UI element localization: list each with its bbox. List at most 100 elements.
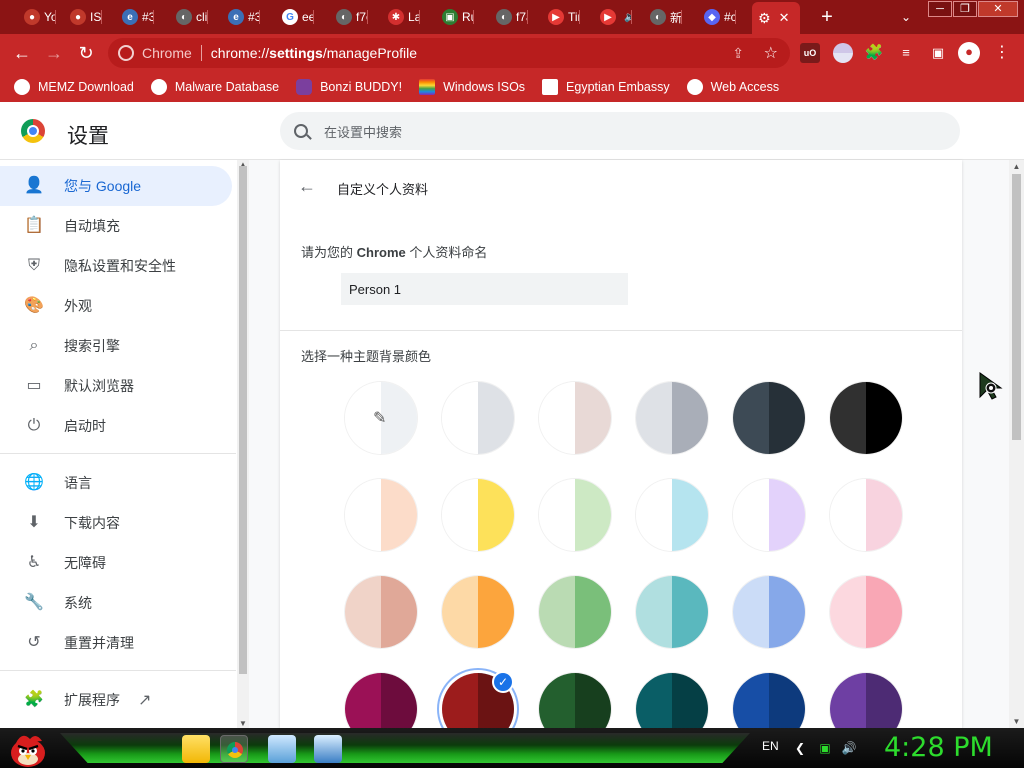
- tray-volume-icon[interactable]: 🔊: [841, 740, 857, 756]
- settings-search-input[interactable]: 在设置中搜索: [280, 112, 960, 150]
- tab-10[interactable]: ◐f7a: [490, 4, 528, 30]
- tab-14[interactable]: ◆ #c: [698, 4, 736, 30]
- theme-color-swatch[interactable]: [345, 479, 417, 551]
- theme-color-swatch[interactable]: [345, 576, 417, 648]
- tab-9[interactable]: ▣Ru: [436, 4, 474, 30]
- nav-on-startup[interactable]: ⏻ 启动时: [0, 406, 232, 446]
- close-window-button[interactable]: ✕: [978, 1, 1018, 17]
- reload-icon[interactable]: ↻: [75, 42, 97, 64]
- new-tab-button[interactable]: +: [816, 6, 838, 28]
- tab-5[interactable]: e #3: [222, 4, 260, 30]
- page-scroll-thumb[interactable]: [1012, 174, 1021, 440]
- download-icon: ⬇: [27, 514, 41, 531]
- ublock-icon[interactable]: uO: [800, 43, 820, 63]
- theme-color-swatch[interactable]: [442, 382, 514, 454]
- theme-color-swatch[interactable]: [733, 479, 805, 551]
- nav-you-and-google[interactable]: 👤 您与 Google: [0, 166, 232, 206]
- nav-languages[interactable]: 🌐 语言: [0, 463, 232, 503]
- theme-color-swatch[interactable]: [442, 576, 514, 648]
- bookmark-item[interactable]: MEMZ Download: [14, 79, 134, 95]
- page-scroll-up-icon[interactable]: ▲: [1009, 162, 1024, 171]
- theme-color-swatch[interactable]: [442, 479, 514, 551]
- nav-autofill[interactable]: 📋 自动填充: [0, 206, 232, 246]
- tray-arrow-icon[interactable]: ❮: [792, 740, 808, 756]
- section-divider: [280, 330, 962, 331]
- extensions-icon[interactable]: 🧩: [864, 43, 884, 63]
- tab-13[interactable]: ◐ 新: [644, 4, 682, 30]
- bookmark-star-icon[interactable]: ☆: [764, 43, 778, 63]
- sidebar-scrollbar[interactable]: ▲ ▼: [237, 160, 249, 728]
- theme-color-swatch[interactable]: [539, 382, 611, 454]
- tab-6[interactable]: Gee: [276, 4, 314, 30]
- account-icon[interactable]: ●: [958, 42, 980, 64]
- address-bar[interactable]: Chrome chrome://settings/manageProfile ⇪…: [108, 38, 790, 68]
- theme-color-swatch[interactable]: [539, 576, 611, 648]
- side-panel-icon[interactable]: ▣: [928, 43, 948, 63]
- profile-avatar-icon[interactable]: [833, 43, 853, 63]
- language-indicator[interactable]: EN: [762, 739, 779, 753]
- bookmark-item[interactable]: Windows ISOs: [419, 79, 525, 95]
- nav-reset[interactable]: ↺ 重置并清理: [0, 623, 232, 663]
- taskbar-files-icon[interactable]: [268, 735, 296, 763]
- theme-color-swatch[interactable]: [636, 382, 708, 454]
- back-icon[interactable]: ←: [11, 42, 33, 64]
- tab-search-icon[interactable]: ⌄: [896, 7, 916, 27]
- search-placeholder: 在设置中搜索: [324, 124, 403, 140]
- back-arrow-icon[interactable]: ←: [298, 176, 318, 196]
- nav-appearance[interactable]: 🎨 外观: [0, 286, 232, 326]
- taskbar-explorer-icon[interactable]: [182, 735, 210, 763]
- nav-label: 搜索引擎: [64, 338, 120, 354]
- page-scroll-down-icon[interactable]: ▼: [1009, 717, 1024, 726]
- nav-system[interactable]: 🔧 系统: [0, 583, 232, 623]
- tray-battery-icon[interactable]: ▣: [817, 740, 833, 756]
- nav-privacy[interactable]: ⛨ 隐私设置和安全性: [0, 246, 232, 286]
- forward-icon[interactable]: →: [43, 42, 65, 64]
- bookmark-item[interactable]: Egyptian Embassy: [542, 79, 670, 95]
- scroll-down-arrow-icon[interactable]: ▼: [237, 719, 249, 728]
- site-info-icon[interactable]: [118, 45, 134, 61]
- site-label: Chrome: [142, 45, 192, 61]
- tab-3[interactable]: e #3: [116, 4, 154, 30]
- tab-separator: [419, 10, 420, 24]
- share-icon[interactable]: ⇪: [732, 45, 744, 62]
- tab-separator: [259, 10, 260, 24]
- theme-color-swatch[interactable]: [733, 576, 805, 648]
- bookmark-item[interactable]: Malware Database: [150, 79, 279, 95]
- tab-8[interactable]: ✱ La: [382, 4, 420, 30]
- sidebar-scroll-thumb[interactable]: [239, 166, 247, 674]
- start-button-icon[interactable]: [8, 729, 48, 768]
- page-scrollbar[interactable]: ▲ ▼: [1009, 160, 1024, 728]
- clipboard-icon: 📋: [24, 217, 44, 234]
- nav-downloads[interactable]: ⬇ 下载内容: [0, 503, 232, 543]
- profile-name-input[interactable]: [341, 273, 628, 305]
- nav-search-engine[interactable]: ⌕ 搜索引擎: [0, 326, 232, 366]
- minimize-button[interactable]: ─: [928, 1, 952, 17]
- tab-1[interactable]: ● Yo: [18, 4, 56, 30]
- tab-settings-active[interactable]: ⚙ ✕: [752, 2, 800, 34]
- taskbar-chrome-icon[interactable]: [220, 735, 248, 763]
- tab-12[interactable]: ▶ 🔈: [594, 4, 632, 30]
- menu-kebab-icon[interactable]: ⋮: [992, 43, 1012, 63]
- tab-separator: [527, 10, 528, 24]
- taskbar-clock[interactable]: 4:28 PM: [884, 732, 993, 763]
- nav-accessibility[interactable]: ♿ 无障碍: [0, 543, 232, 583]
- nav-extensions[interactable]: 🧩 扩展程序 ↗: [0, 680, 232, 720]
- media-control-icon[interactable]: ≡: [896, 43, 916, 63]
- tab-7[interactable]: ◐f7c: [330, 4, 368, 30]
- theme-color-swatch[interactable]: [830, 382, 902, 454]
- tab-11[interactable]: ▶Tir: [542, 4, 580, 30]
- tab-4[interactable]: ◐ cli: [170, 4, 208, 30]
- close-tab-icon[interactable]: ✕: [779, 10, 790, 26]
- theme-color-swatch[interactable]: [636, 479, 708, 551]
- taskbar-window-icon[interactable]: [314, 735, 342, 763]
- theme-color-swatch[interactable]: [830, 576, 902, 648]
- tab-2[interactable]: ●ISI: [64, 4, 102, 30]
- nav-default-browser[interactable]: ▭ 默认浏览器: [0, 366, 232, 406]
- theme-color-swatch[interactable]: [539, 479, 611, 551]
- theme-color-swatch[interactable]: [830, 479, 902, 551]
- bookmark-item[interactable]: Web Access: [686, 79, 779, 95]
- theme-color-swatch[interactable]: [733, 382, 805, 454]
- restore-button[interactable]: ❐: [953, 1, 977, 17]
- bookmark-item[interactable]: Bonzi BUDDY!: [296, 79, 402, 95]
- theme-color-swatch[interactable]: [636, 576, 708, 648]
